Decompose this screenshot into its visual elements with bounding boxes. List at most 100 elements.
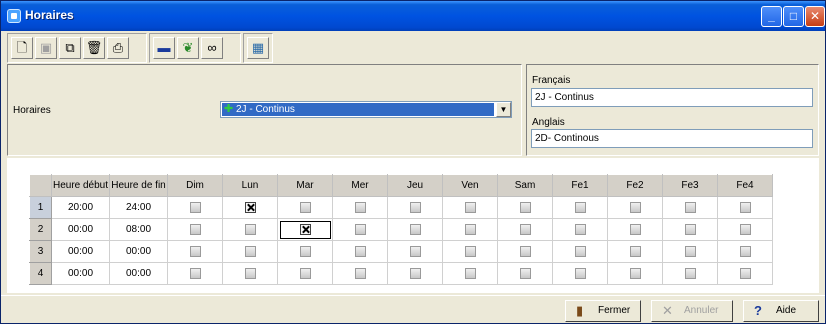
day-cell[interactable]: [552, 218, 608, 241]
day-cell[interactable]: [332, 240, 388, 263]
checkbox[interactable]: [189, 201, 201, 213]
row-number[interactable]: 2: [29, 218, 52, 241]
day-cell[interactable]: [497, 218, 553, 241]
checkbox[interactable]: [244, 223, 256, 235]
francais-field[interactable]: 2J - Continus: [531, 88, 813, 107]
column-header[interactable]: Fe4: [717, 174, 773, 197]
checkbox[interactable]: [684, 223, 696, 235]
table-row[interactable]: 2 00:00 08:00: [29, 218, 773, 241]
day-cell[interactable]: [717, 196, 773, 219]
checkbox[interactable]: [354, 267, 366, 279]
checkbox[interactable]: [519, 245, 531, 257]
checkbox[interactable]: [574, 267, 586, 279]
minimize-button[interactable]: _: [761, 6, 782, 27]
row-number[interactable]: 4: [29, 262, 52, 285]
day-cell[interactable]: [442, 262, 498, 285]
end-time-cell[interactable]: 08:00: [109, 218, 168, 241]
checkbox[interactable]: [244, 245, 256, 257]
checkbox[interactable]: [574, 223, 586, 235]
day-cell[interactable]: [442, 240, 498, 263]
checkbox[interactable]: [684, 245, 696, 257]
column-header[interactable]: Heure début: [51, 174, 110, 197]
checkbox[interactable]: [409, 245, 421, 257]
day-cell[interactable]: [332, 262, 388, 285]
checkbox[interactable]: [189, 223, 201, 235]
row-number[interactable]: 1: [29, 196, 52, 219]
checkbox[interactable]: [464, 201, 476, 213]
chevron-down-icon[interactable]: ▼: [496, 102, 511, 117]
checked-checkbox[interactable]: [244, 201, 256, 213]
horaires-combobox[interactable]: ✚ 2J - Continus ▼: [220, 101, 512, 118]
column-header[interactable]: Mer: [332, 174, 388, 197]
column-header[interactable]: Mar: [277, 174, 333, 197]
day-cell[interactable]: [167, 218, 223, 241]
checkbox[interactable]: [409, 223, 421, 235]
day-cell[interactable]: [497, 240, 553, 263]
print-icon[interactable]: ⎙: [107, 37, 129, 59]
day-cell[interactable]: [387, 196, 443, 219]
checkbox[interactable]: [684, 267, 696, 279]
fermer-button[interactable]: ▮ Fermer: [565, 300, 641, 322]
start-time-cell[interactable]: 00:00: [51, 240, 110, 263]
copy-icon[interactable]: ⧉: [59, 37, 81, 59]
checkbox[interactable]: [519, 201, 531, 213]
day-cell[interactable]: [497, 196, 553, 219]
line-icon[interactable]: ▬: [153, 37, 175, 59]
checked-checkbox[interactable]: [299, 223, 311, 235]
day-cell[interactable]: [607, 218, 663, 241]
day-cell[interactable]: [387, 262, 443, 285]
checkbox[interactable]: [629, 201, 641, 213]
anglais-field[interactable]: 2D- Continous: [531, 129, 813, 148]
leaf-icon[interactable]: ❦: [177, 37, 199, 59]
checkbox[interactable]: [409, 201, 421, 213]
checkbox[interactable]: [189, 245, 201, 257]
binoculars-icon[interactable]: ∞: [201, 37, 223, 59]
checkbox[interactable]: [299, 245, 311, 257]
day-cell[interactable]: [552, 196, 608, 219]
column-header[interactable]: Heure de fin: [109, 174, 168, 197]
day-cell[interactable]: [717, 262, 773, 285]
new-icon[interactable]: 🗋: [11, 37, 33, 59]
checkbox[interactable]: [464, 267, 476, 279]
column-header[interactable]: Sam: [497, 174, 553, 197]
checkbox[interactable]: [464, 223, 476, 235]
day-cell[interactable]: [222, 196, 278, 219]
trash-icon[interactable]: 🗑: [83, 37, 105, 59]
day-cell[interactable]: [497, 262, 553, 285]
day-cell[interactable]: [277, 240, 333, 263]
start-time-cell[interactable]: 00:00: [51, 262, 110, 285]
day-cell[interactable]: [442, 196, 498, 219]
day-cell[interactable]: [607, 262, 663, 285]
end-time-cell[interactable]: 24:00: [109, 196, 168, 219]
day-cell[interactable]: [277, 262, 333, 285]
checkbox[interactable]: [574, 245, 586, 257]
checkbox[interactable]: [354, 201, 366, 213]
table-row[interactable]: 4 00:00 00:00: [29, 262, 773, 285]
day-cell[interactable]: [662, 262, 718, 285]
checkbox[interactable]: [629, 267, 641, 279]
start-time-cell[interactable]: 20:00: [51, 196, 110, 219]
checkbox[interactable]: [519, 223, 531, 235]
day-cell[interactable]: [277, 218, 333, 241]
checkbox[interactable]: [189, 267, 201, 279]
save-icon[interactable]: ▣: [35, 37, 57, 59]
day-cell[interactable]: [222, 240, 278, 263]
column-header[interactable]: Ven: [442, 174, 498, 197]
day-cell[interactable]: [167, 262, 223, 285]
aide-button[interactable]: ? Aide: [743, 300, 819, 322]
checkbox[interactable]: [464, 245, 476, 257]
checkbox[interactable]: [574, 201, 586, 213]
day-cell[interactable]: [552, 262, 608, 285]
column-header[interactable]: Jeu: [387, 174, 443, 197]
checkbox[interactable]: [739, 201, 751, 213]
checkbox[interactable]: [739, 245, 751, 257]
checkbox[interactable]: [354, 245, 366, 257]
day-cell[interactable]: [552, 240, 608, 263]
checkbox[interactable]: [409, 267, 421, 279]
checkbox[interactable]: [354, 223, 366, 235]
day-cell[interactable]: [442, 218, 498, 241]
day-cell[interactable]: [332, 196, 388, 219]
day-cell[interactable]: [717, 218, 773, 241]
checkbox[interactable]: [629, 245, 641, 257]
column-header[interactable]: Lun: [222, 174, 278, 197]
